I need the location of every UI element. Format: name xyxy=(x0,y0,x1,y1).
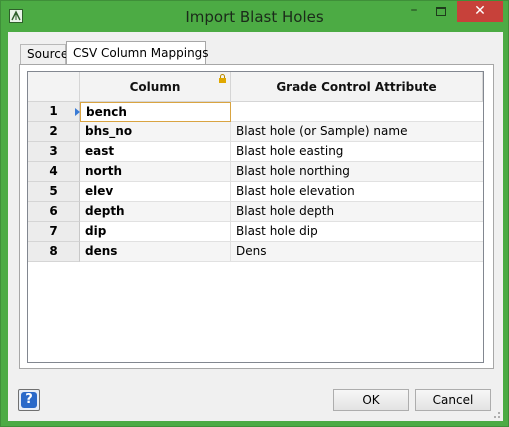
attribute-cell[interactable]: Blast hole (or Sample) name xyxy=(231,122,483,142)
tab-source[interactable]: Source xyxy=(20,44,68,64)
attribute-cell[interactable]: Blast hole dip xyxy=(231,222,483,242)
csv-mappings-panel: Column Grade Control Attribute 1 bench 2… xyxy=(19,64,494,369)
title-bar[interactable]: Import Blast Holes – ✕ xyxy=(1,1,508,32)
table-row[interactable]: 8 dens Dens xyxy=(28,242,483,262)
row-number[interactable]: 3 xyxy=(28,142,80,162)
column-header[interactable]: Column xyxy=(80,72,231,102)
table-row[interactable]: 6 depth Blast hole depth xyxy=(28,202,483,222)
grade-control-attribute-header[interactable]: Grade Control Attribute xyxy=(231,72,483,102)
column-cell[interactable]: bench xyxy=(80,102,231,122)
column-cell[interactable]: bhs_no xyxy=(80,122,231,142)
cancel-button[interactable]: Cancel xyxy=(415,389,491,411)
column-cell[interactable]: dens xyxy=(80,242,231,262)
maximize-icon xyxy=(436,7,446,16)
table-row[interactable]: 4 north Blast hole northing xyxy=(28,162,483,182)
row-number[interactable]: 6 xyxy=(28,202,80,222)
minimize-icon: – xyxy=(410,2,418,18)
mappings-grid: Column Grade Control Attribute 1 bench 2… xyxy=(27,71,484,363)
column-cell[interactable]: dip xyxy=(80,222,231,242)
row-number[interactable]: 1 xyxy=(28,102,80,122)
row-number[interactable]: 7 xyxy=(28,222,80,242)
row-number[interactable]: 4 xyxy=(28,162,80,182)
maximize-button[interactable] xyxy=(428,2,454,22)
column-header-label: Column xyxy=(129,80,181,94)
attribute-cell[interactable]: Dens xyxy=(231,242,483,262)
table-row[interactable]: 5 elev Blast hole elevation xyxy=(28,182,483,202)
column-cell[interactable]: north xyxy=(80,162,231,182)
attribute-cell[interactable]: Blast hole easting xyxy=(231,142,483,162)
attribute-cell[interactable] xyxy=(231,102,483,122)
attribute-header-label: Grade Control Attribute xyxy=(276,80,437,94)
table-row[interactable]: 2 bhs_no Blast hole (or Sample) name xyxy=(28,122,483,142)
attribute-cell[interactable]: Blast hole depth xyxy=(231,202,483,222)
attribute-cell[interactable]: Blast hole northing xyxy=(231,162,483,182)
import-blast-holes-window: Import Blast Holes – ✕ Source CSV Column… xyxy=(0,0,509,427)
close-icon: ✕ xyxy=(474,3,486,19)
table-row[interactable]: 1 bench xyxy=(28,102,483,122)
tab-csv-column-mappings[interactable]: CSV Column Mappings xyxy=(66,41,209,65)
close-button[interactable]: ✕ xyxy=(457,1,503,22)
column-cell[interactable]: depth xyxy=(80,202,231,222)
column-cell[interactable]: east xyxy=(80,142,231,162)
dialog-body: Source CSV Column Mappings Column Grade … xyxy=(8,32,503,421)
table-row[interactable]: 7 dip Blast hole dip xyxy=(28,222,483,242)
attribute-cell[interactable]: Blast hole elevation xyxy=(231,182,483,202)
table-row[interactable]: 3 east Blast hole easting xyxy=(28,142,483,162)
row-number[interactable]: 5 xyxy=(28,182,80,202)
minimize-button[interactable]: – xyxy=(401,2,427,22)
column-cell[interactable]: elev xyxy=(80,182,231,202)
help-button[interactable]: ? xyxy=(18,389,40,411)
row-number[interactable]: 2 xyxy=(28,122,80,142)
lock-icon xyxy=(219,74,226,83)
resize-grip-icon[interactable] xyxy=(491,409,501,419)
grid-corner-header[interactable] xyxy=(28,72,80,102)
help-icon: ? xyxy=(21,392,37,408)
ok-button[interactable]: OK xyxy=(333,389,409,411)
row-number[interactable]: 8 xyxy=(28,242,80,262)
